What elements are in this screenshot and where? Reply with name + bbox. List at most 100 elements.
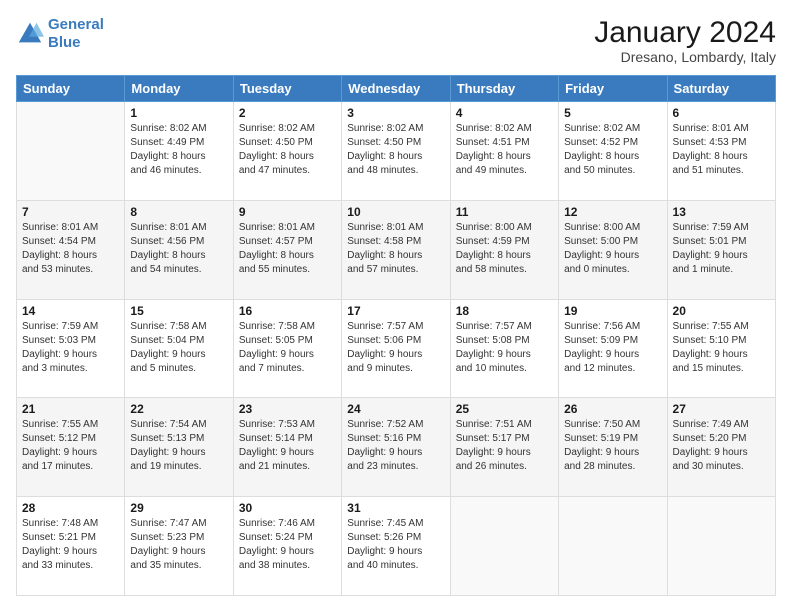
day-info: Sunrise: 8:01 AMSunset: 4:53 PMDaylight:…: [673, 122, 770, 178]
day-info: Sunrise: 7:57 AMSunset: 5:06 PMDaylight:…: [347, 320, 444, 376]
day-number: 18: [456, 304, 553, 318]
calendar-cell: 19Sunrise: 7:56 AMSunset: 5:09 PMDayligh…: [559, 299, 667, 398]
day-number: 27: [673, 402, 770, 416]
calendar-cell: 22 Sunrise: 7:54 AMSunset: 5:13 PMDayligh…: [125, 398, 233, 497]
calendar-header-row: SundayMondayTuesdayWednesdayThursdayFrid…: [17, 76, 776, 102]
day-number: 7: [22, 205, 119, 219]
day-number: 13: [673, 205, 770, 219]
day-number: 9: [239, 205, 336, 219]
day-header-wednesday: Wednesday: [342, 76, 450, 102]
calendar-cell: 28 Sunrise: 7:48 AMSunset: 5:21 PMDayligh…: [17, 497, 125, 596]
header: General Blue January 2024 Dresano, Lomba…: [16, 16, 776, 65]
logo-icon: [16, 20, 44, 48]
day-info: Sunrise: 8:01 AMSunset: 4:58 PMDaylight:…: [347, 221, 444, 277]
day-number: 6: [673, 106, 770, 120]
calendar-cell: 25 Sunrise: 7:51 AMSunset: 5:17 PMDayligh…: [450, 398, 558, 497]
calendar-cell: 2Sunrise: 8:02 AMSunset: 4:50 PMDaylight…: [233, 102, 341, 201]
calendar-cell: 18 Sunrise: 7:57 AMSunset: 5:08 PMDayligh…: [450, 299, 558, 398]
day-number: 20: [673, 304, 770, 318]
day-header-sunday: Sunday: [17, 76, 125, 102]
day-info: Sunrise: 7:48 AMSunset: 5:21 PMDaylight:…: [22, 517, 119, 573]
calendar-cell: 12 Sunrise: 8:00 AMSunset: 5:00 PMDayligh…: [559, 200, 667, 299]
day-header-friday: Friday: [559, 76, 667, 102]
day-header-tuesday: Tuesday: [233, 76, 341, 102]
week-row-2: 7Sunrise: 8:01 AMSunset: 4:54 PMDaylight…: [17, 200, 776, 299]
day-info: Sunrise: 7:51 AMSunset: 5:17 PMDaylight:…: [456, 418, 553, 474]
week-row-3: 14Sunrise: 7:59 AMSunset: 5:03 PMDayligh…: [17, 299, 776, 398]
day-info: Sunrise: 8:02 AMSunset: 4:50 PMDaylight:…: [239, 122, 336, 178]
title-block: January 2024 Dresano, Lombardy, Italy: [594, 16, 776, 65]
calendar-cell: 1Sunrise: 8:02 AMSunset: 4:49 PMDaylight…: [125, 102, 233, 201]
main-title: January 2024: [594, 16, 776, 49]
day-info: Sunrise: 7:55 AMSunset: 5:10 PMDaylight:…: [673, 320, 770, 376]
day-info: Sunrise: 8:02 AMSunset: 4:52 PMDaylight:…: [564, 122, 661, 178]
day-header-saturday: Saturday: [667, 76, 775, 102]
day-info: Sunrise: 8:00 AMSunset: 5:00 PMDaylight:…: [564, 221, 661, 277]
day-number: 29: [130, 501, 227, 515]
day-info: Sunrise: 7:53 AMSunset: 5:14 PMDaylight:…: [239, 418, 336, 474]
calendar-cell: 15 Sunrise: 7:58 AMSunset: 5:04 PMDayligh…: [125, 299, 233, 398]
calendar-cell: 13 Sunrise: 7:59 AMSunset: 5:01 PMDayligh…: [667, 200, 775, 299]
calendar-cell: 21Sunrise: 7:55 AMSunset: 5:12 PMDayligh…: [17, 398, 125, 497]
day-number: 21: [22, 402, 119, 416]
day-number: 4: [456, 106, 553, 120]
day-info: Sunrise: 7:58 AMSunset: 5:04 PMDaylight:…: [130, 320, 227, 376]
day-info: Sunrise: 7:54 AMSunset: 5:13 PMDaylight:…: [130, 418, 227, 474]
day-info: Sunrise: 7:57 AMSunset: 5:08 PMDaylight:…: [456, 320, 553, 376]
day-number: 22: [130, 402, 227, 416]
day-info: Sunrise: 8:02 AMSunset: 4:50 PMDaylight:…: [347, 122, 444, 178]
day-info: Sunrise: 7:46 AMSunset: 5:24 PMDaylight:…: [239, 517, 336, 573]
day-info: Sunrise: 7:58 AMSunset: 5:05 PMDaylight:…: [239, 320, 336, 376]
day-number: 3: [347, 106, 444, 120]
calendar-cell: 24Sunrise: 7:52 AMSunset: 5:16 PMDayligh…: [342, 398, 450, 497]
calendar-cell: 10 Sunrise: 8:01 AMSunset: 4:58 PMDayligh…: [342, 200, 450, 299]
calendar-cell: 14Sunrise: 7:59 AMSunset: 5:03 PMDayligh…: [17, 299, 125, 398]
day-info: Sunrise: 8:01 AMSunset: 4:56 PMDaylight:…: [130, 221, 227, 277]
calendar-cell: 17 Sunrise: 7:57 AMSunset: 5:06 PMDayligh…: [342, 299, 450, 398]
calendar-cell: 31Sunrise: 7:45 AMSunset: 5:26 PMDayligh…: [342, 497, 450, 596]
day-number: 25: [456, 402, 553, 416]
day-header-monday: Monday: [125, 76, 233, 102]
logo-text: General Blue: [48, 16, 104, 52]
calendar-cell: [559, 497, 667, 596]
calendar-cell: [667, 497, 775, 596]
day-number: 31: [347, 501, 444, 515]
day-info: Sunrise: 8:02 AMSunset: 4:51 PMDaylight:…: [456, 122, 553, 178]
day-info: Sunrise: 7:56 AMSunset: 5:09 PMDaylight:…: [564, 320, 661, 376]
day-info: Sunrise: 7:59 AMSunset: 5:01 PMDaylight:…: [673, 221, 770, 277]
calendar-cell: 23Sunrise: 7:53 AMSunset: 5:14 PMDayligh…: [233, 398, 341, 497]
day-info: Sunrise: 7:50 AMSunset: 5:19 PMDaylight:…: [564, 418, 661, 474]
calendar-cell: 29 Sunrise: 7:47 AMSunset: 5:23 PMDayligh…: [125, 497, 233, 596]
day-number: 11: [456, 205, 553, 219]
day-number: 1: [130, 106, 227, 120]
logo-general: General: [48, 16, 104, 33]
day-number: 5: [564, 106, 661, 120]
calendar-cell: 16 Sunrise: 7:58 AMSunset: 5:05 PMDayligh…: [233, 299, 341, 398]
week-row-1: 1Sunrise: 8:02 AMSunset: 4:49 PMDaylight…: [17, 102, 776, 201]
calendar-table: SundayMondayTuesdayWednesdayThursdayFrid…: [16, 75, 776, 596]
calendar-cell: [17, 102, 125, 201]
calendar-cell: 27 Sunrise: 7:49 AMSunset: 5:20 PMDayligh…: [667, 398, 775, 497]
day-info: Sunrise: 8:01 AMSunset: 4:57 PMDaylight:…: [239, 221, 336, 277]
page: General Blue January 2024 Dresano, Lomba…: [0, 0, 792, 612]
calendar-cell: 6 Sunrise: 8:01 AMSunset: 4:53 PMDaylight…: [667, 102, 775, 201]
day-number: 8: [130, 205, 227, 219]
day-number: 15: [130, 304, 227, 318]
logo: General Blue: [16, 16, 104, 52]
day-number: 12: [564, 205, 661, 219]
day-number: 17: [347, 304, 444, 318]
day-info: Sunrise: 7:47 AMSunset: 5:23 PMDaylight:…: [130, 517, 227, 573]
day-number: 14: [22, 304, 119, 318]
calendar-cell: 11Sunrise: 8:00 AMSunset: 4:59 PMDayligh…: [450, 200, 558, 299]
day-number: 30: [239, 501, 336, 515]
calendar-cell: 9 Sunrise: 8:01 AMSunset: 4:57 PMDaylight…: [233, 200, 341, 299]
day-number: 28: [22, 501, 119, 515]
day-number: 16: [239, 304, 336, 318]
calendar-cell: 30 Sunrise: 7:46 AMSunset: 5:24 PMDayligh…: [233, 497, 341, 596]
week-row-4: 21Sunrise: 7:55 AMSunset: 5:12 PMDayligh…: [17, 398, 776, 497]
day-info: Sunrise: 7:49 AMSunset: 5:20 PMDaylight:…: [673, 418, 770, 474]
day-number: 10: [347, 205, 444, 219]
calendar-cell: 5 Sunrise: 8:02 AMSunset: 4:52 PMDaylight…: [559, 102, 667, 201]
calendar-cell: 7Sunrise: 8:01 AMSunset: 4:54 PMDaylight…: [17, 200, 125, 299]
calendar-cell: [450, 497, 558, 596]
